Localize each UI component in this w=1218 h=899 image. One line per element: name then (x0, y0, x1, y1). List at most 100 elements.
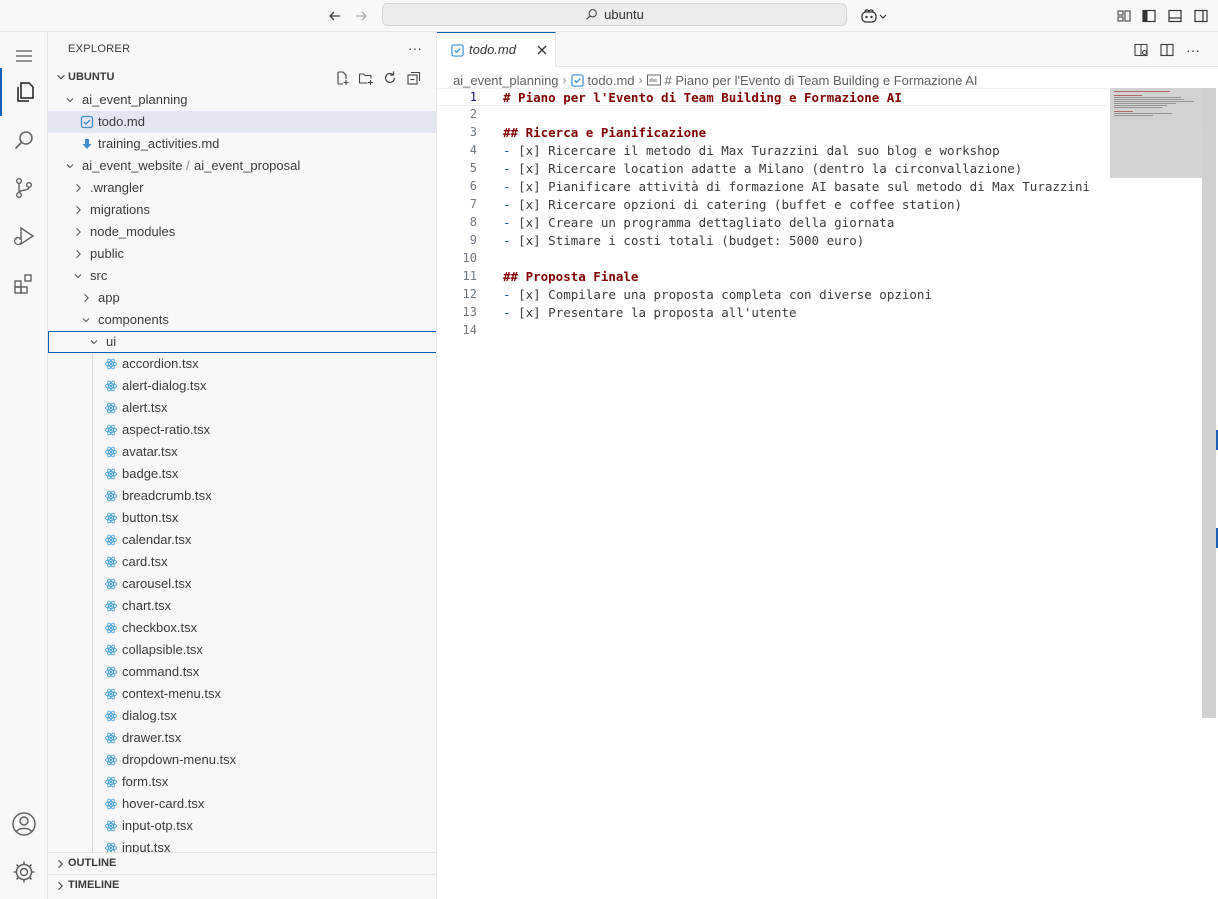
code-line[interactable]: 12 - [x] Compilare una proposta completa … (437, 286, 1107, 304)
tree-file[interactable]: aspect-ratio.tsx (48, 419, 436, 441)
tree-file[interactable]: alert-dialog.tsx (48, 375, 436, 397)
react-icon (105, 820, 117, 832)
new-file-icon[interactable] (334, 70, 350, 86)
code-text: - [x] Creare un programma dettagliato de… (503, 215, 895, 230)
refresh-icon[interactable] (382, 70, 398, 86)
copilot-icon[interactable] (858, 5, 890, 27)
chevron-down-icon (82, 318, 90, 323)
minimap[interactable] (1110, 88, 1202, 178)
code-line[interactable]: 6 - [x] Pianificare attività di formazion… (437, 178, 1107, 196)
code-line[interactable]: 8 - [x] Creare un programma dettagliato d… (437, 214, 1107, 232)
tree-file[interactable]: hover-card.tsx (48, 793, 436, 815)
tree-item-label: alert-dialog.tsx (122, 378, 207, 393)
tree-file[interactable]: form.tsx (48, 771, 436, 793)
source-control-icon[interactable] (0, 164, 48, 212)
editor-scrollbar[interactable] (1202, 88, 1216, 718)
code-line[interactable]: 1 # Piano per l'Evento di Team Building e… (437, 88, 1107, 106)
customize-layout-icon[interactable] (1113, 5, 1135, 27)
tree-folder[interactable]: src (48, 265, 436, 287)
tree-file[interactable]: avatar.tsx (48, 441, 436, 463)
code-line[interactable]: 10 (437, 250, 1107, 268)
breadcrumb-folder[interactable]: ai_event_planning (453, 73, 559, 88)
tree-file[interactable]: todo.md (48, 111, 436, 133)
line-number: 3 (469, 125, 477, 139)
toggle-panel-icon[interactable] (1164, 5, 1186, 27)
markdown-check-icon (80, 115, 94, 129)
tree-file[interactable]: command.tsx (48, 661, 436, 683)
tree-folder[interactable]: node_modules (48, 221, 436, 243)
tree-file[interactable]: dialog.tsx (48, 705, 436, 727)
tree-folder[interactable]: ui (48, 331, 436, 353)
code-line[interactable]: 11 ## Proposta Finale (437, 268, 1107, 286)
tab-todo-md[interactable]: todo.md (437, 32, 556, 67)
code-line[interactable]: 7 - [x] Ricercare opzioni di catering (bu… (437, 196, 1107, 214)
forward-arrow-icon[interactable] (350, 5, 372, 27)
more-actions-icon[interactable]: ··· (1184, 41, 1202, 59)
tree-folder[interactable]: public (48, 243, 436, 265)
minimap-line (1114, 91, 1170, 92)
tree-file[interactable]: checkbox.tsx (48, 617, 436, 639)
tree-file[interactable]: button.tsx (48, 507, 436, 529)
tree-folder[interactable]: ai_event_website / ai_event_proposal (48, 155, 436, 177)
tree-file[interactable]: alert.tsx (48, 397, 436, 419)
tree-item-label: avatar.tsx (122, 444, 178, 459)
tree-file[interactable]: dropdown-menu.tsx (48, 749, 436, 771)
code-line[interactable]: 5 - [x] Ricercare location adatte a Milan… (437, 160, 1107, 178)
collapse-all-icon[interactable] (406, 70, 422, 86)
outline-section-header[interactable]: OUTLINE (48, 852, 436, 874)
extensions-icon[interactable] (0, 260, 48, 308)
tree-item-label: context-menu.tsx (122, 686, 221, 701)
string-symbol-icon (646, 74, 661, 86)
tree-file[interactable]: training_activities.md (48, 133, 436, 155)
command-center-search[interactable]: ubuntu (382, 3, 847, 26)
react-icon (105, 798, 117, 810)
react-icon (105, 468, 117, 480)
explorer-icon[interactable] (0, 68, 48, 116)
tree-folder[interactable]: ai_event_planning (48, 89, 436, 111)
code-line[interactable]: 14 (437, 322, 1107, 340)
tree-folder[interactable]: .wrangler (48, 177, 436, 199)
tree-folder[interactable]: app (48, 287, 436, 309)
tree-file[interactable]: badge.tsx (48, 463, 436, 485)
tree-item-label[interactable]: ai_event_proposal (194, 158, 300, 173)
tree-folder[interactable]: migrations (48, 199, 436, 221)
new-folder-icon[interactable] (358, 70, 374, 86)
tree-file[interactable]: carousel.tsx (48, 573, 436, 595)
tree-file[interactable]: card.tsx (48, 551, 436, 573)
tree-file[interactable]: input-otp.tsx (48, 815, 436, 837)
search-icon[interactable] (0, 116, 48, 164)
breadcrumb-file[interactable]: todo.md (588, 73, 635, 88)
code-line[interactable]: 2 (437, 106, 1107, 124)
run-debug-icon[interactable] (0, 212, 48, 260)
tree-file[interactable]: collapsible.tsx (48, 639, 436, 661)
tree-file[interactable]: chart.tsx (48, 595, 436, 617)
open-preview-icon[interactable] (1132, 41, 1150, 59)
more-actions-icon[interactable]: ··· (408, 40, 422, 56)
account-icon[interactable] (0, 800, 48, 848)
tree-item-label: card.tsx (122, 554, 168, 569)
tree-file[interactable]: context-menu.tsx (48, 683, 436, 705)
workspace-header[interactable]: UBUNTU (48, 67, 436, 89)
tree-folder[interactable]: components (48, 309, 436, 331)
tree-file[interactable]: breadcrumb.tsx (48, 485, 436, 507)
timeline-section-header[interactable]: TIMELINE (48, 874, 436, 896)
code-line[interactable]: 13 - [x] Presentare la proposta all'utent… (437, 304, 1107, 322)
settings-gear-icon[interactable] (0, 848, 48, 896)
toggle-secondary-sidebar-icon[interactable] (1190, 5, 1212, 27)
tree-item-label: ai_event_planning (82, 92, 188, 107)
split-editor-icon[interactable] (1158, 41, 1176, 59)
tree-file[interactable]: accordion.tsx (48, 353, 436, 375)
markdown-check-icon (451, 44, 464, 57)
tree-file[interactable]: drawer.tsx (48, 727, 436, 749)
code-line[interactable]: 9 - [x] Stimare i costi totali (budget: 5… (437, 232, 1107, 250)
close-icon[interactable] (535, 43, 549, 57)
tree-item-label: input-otp.tsx (122, 818, 193, 833)
code-text: ## Ricerca e Pianificazione (503, 125, 707, 140)
breadcrumb-symbol[interactable]: # Piano per l'Evento di Team Building e … (665, 73, 978, 88)
code-line[interactable]: 3 ## Ricerca e Pianificazione (437, 124, 1107, 142)
code-line[interactable]: 4 - [x] Ricercare il metodo di Max Turazz… (437, 142, 1107, 160)
back-arrow-icon[interactable] (324, 5, 346, 27)
toggle-primary-sidebar-icon[interactable] (1138, 5, 1160, 27)
chevron-right-icon (76, 205, 81, 215)
tree-file[interactable]: calendar.tsx (48, 529, 436, 551)
